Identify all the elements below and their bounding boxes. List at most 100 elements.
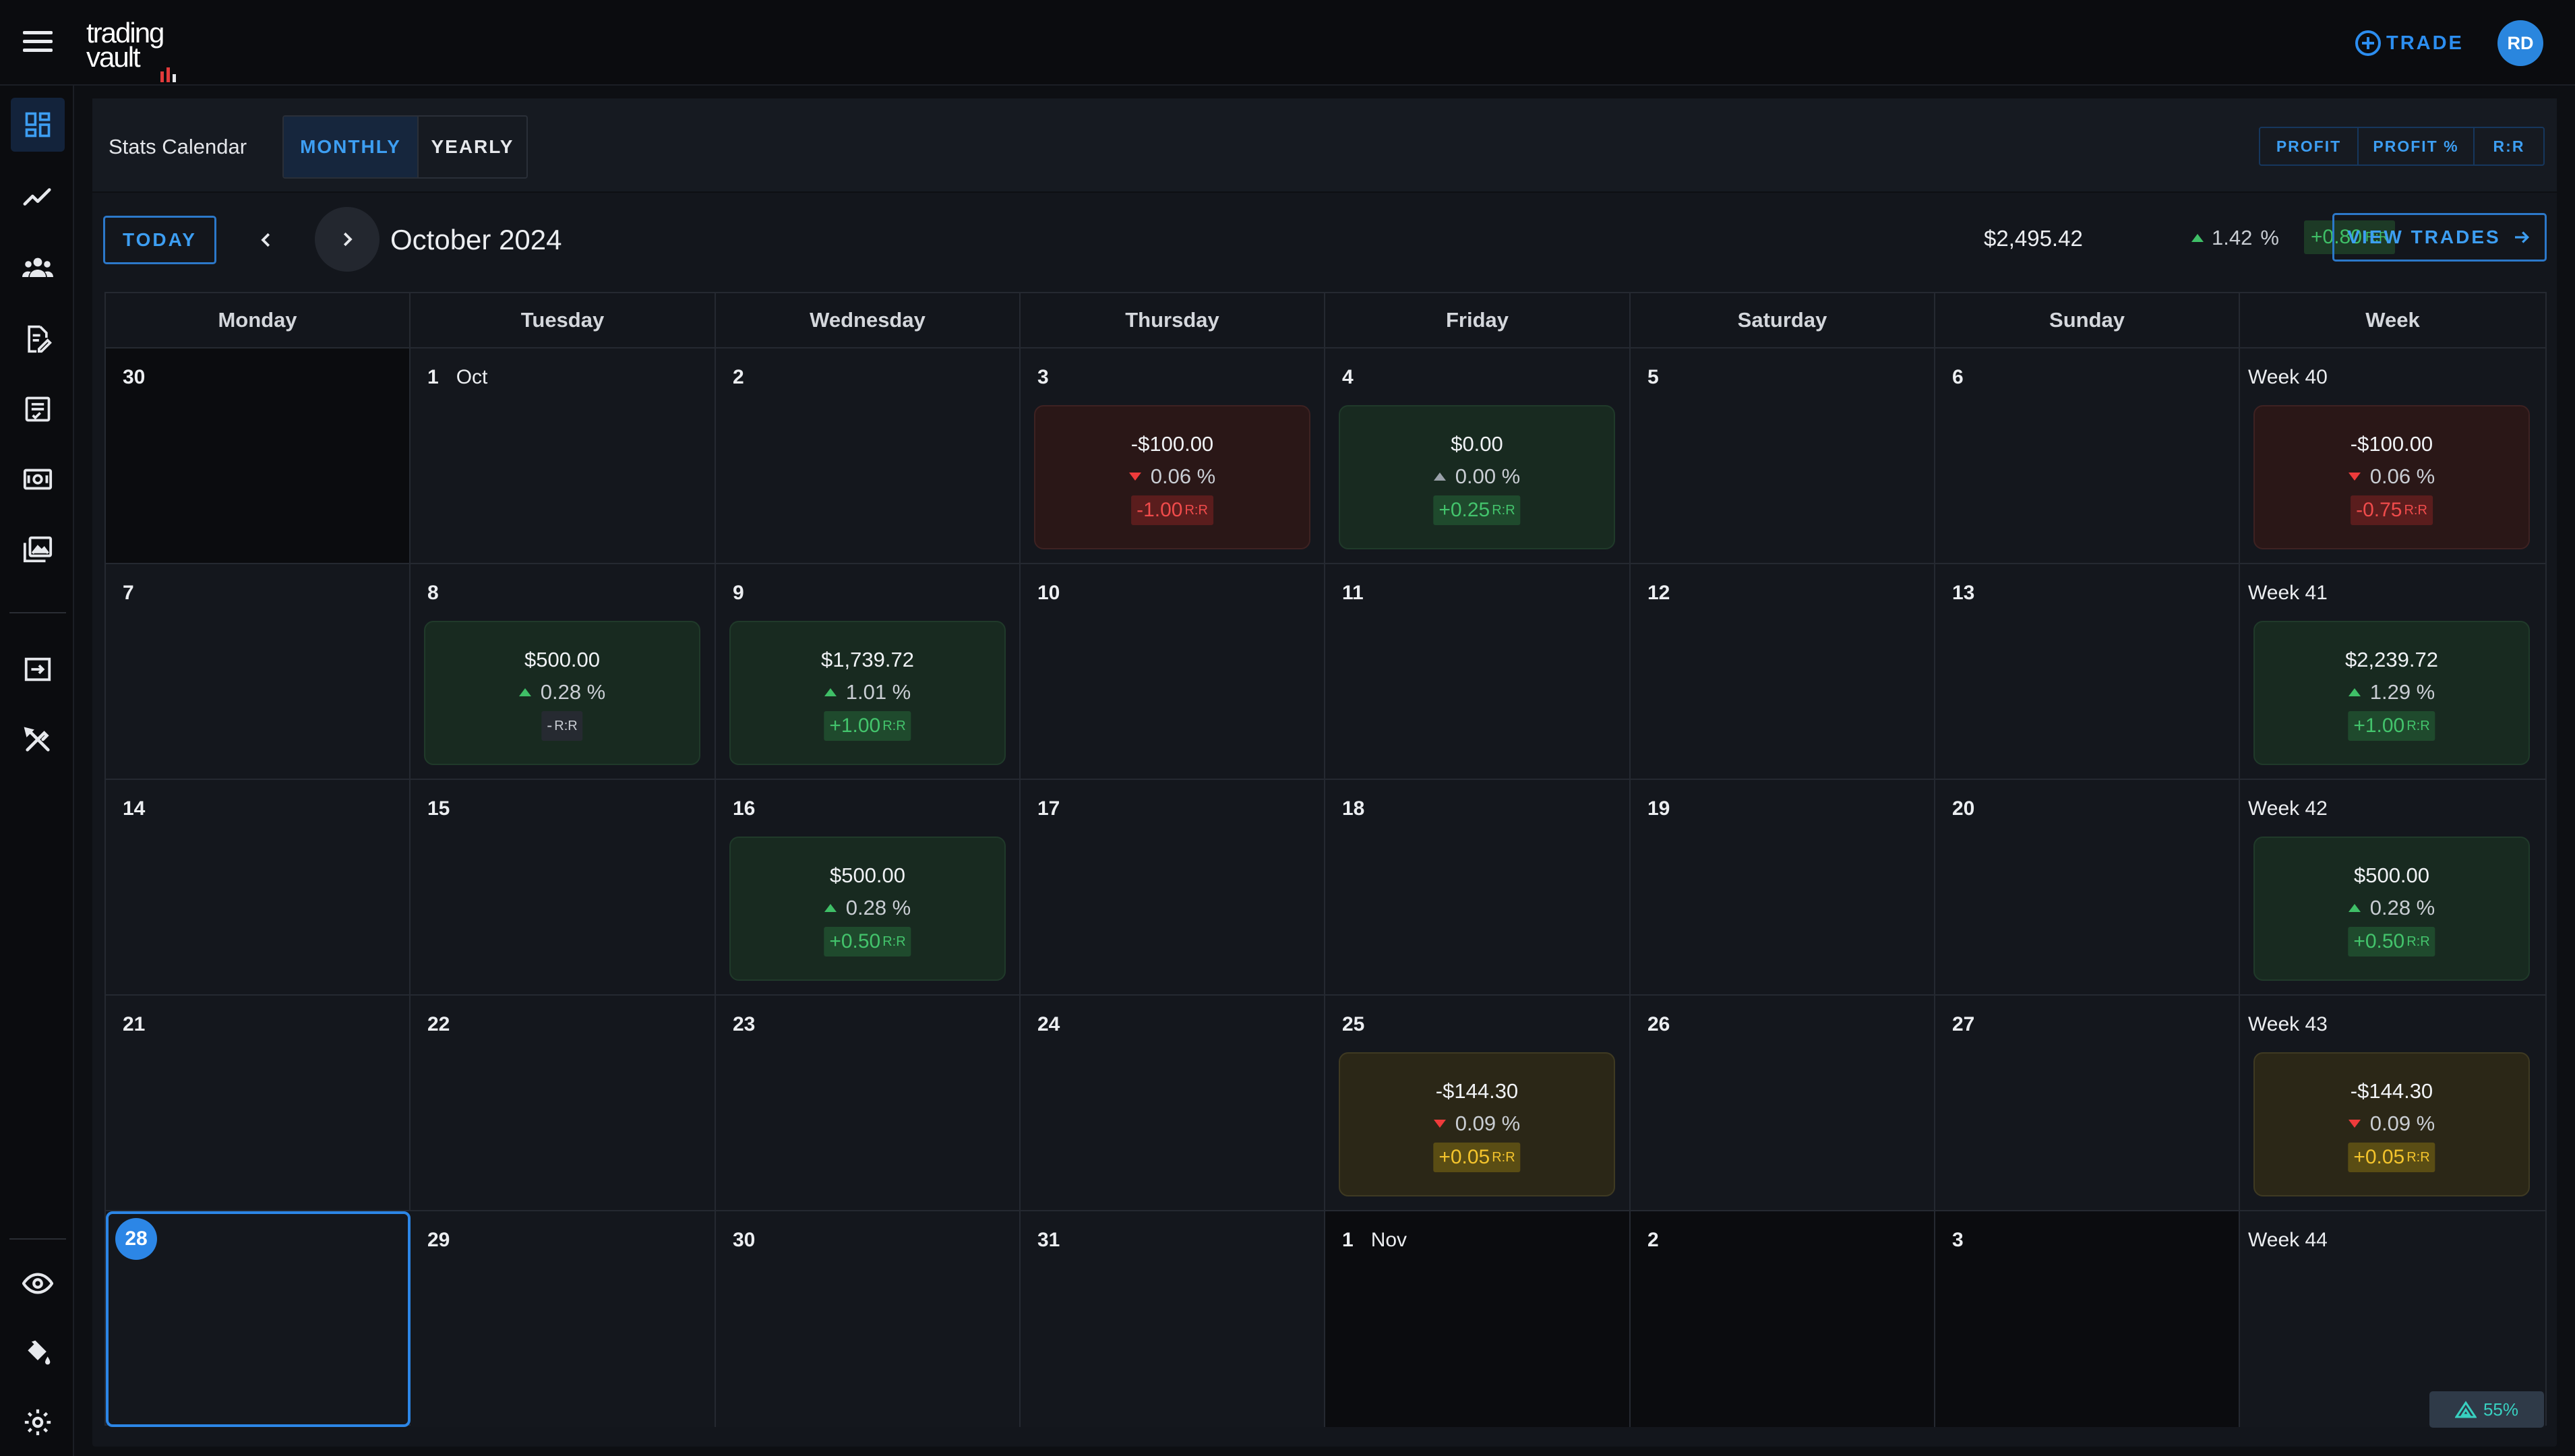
- dashboard-icon[interactable]: [11, 98, 65, 152]
- rr-unit: R:R: [882, 718, 906, 733]
- day-number: 11: [1342, 582, 1364, 605]
- calendar-day-cell[interactable]: 12: [1631, 564, 1935, 780]
- calendar-day-cell[interactable]: 6: [1935, 348, 2240, 564]
- tab-yearly[interactable]: YEARLY: [419, 117, 526, 177]
- gallery-icon[interactable]: [11, 522, 65, 576]
- calendar-day-cell[interactable]: 10: [1021, 564, 1325, 780]
- avatar[interactable]: RD: [2497, 20, 2543, 66]
- day-number-value: 3: [1037, 366, 1049, 388]
- import-icon[interactable]: [11, 642, 65, 696]
- calendar-day-cell[interactable]: 2: [1631, 1211, 1935, 1427]
- calendar-day-cell[interactable]: 17: [1021, 780, 1325, 996]
- tools-icon[interactable]: [11, 712, 65, 766]
- gear-icon[interactable]: [11, 1395, 65, 1449]
- day-number: 7: [123, 582, 134, 605]
- tab-profit[interactable]: PROFIT: [2260, 128, 2359, 164]
- trade-summary-card[interactable]: $2,239.72 1.29 % +1.00 R:R: [2253, 621, 2530, 765]
- calendar-day-cell[interactable]: 3 -$100.00 0.06 % -1.00 R:R: [1021, 348, 1325, 564]
- calendar-day-cell[interactable]: 19: [1631, 780, 1935, 996]
- calendar-day-cell[interactable]: 20: [1935, 780, 2240, 996]
- profit-percent: 1.01 %: [731, 680, 1004, 704]
- journal-edit-icon[interactable]: [11, 312, 65, 366]
- money-icon[interactable]: [11, 452, 65, 506]
- trade-summary-card[interactable]: $500.00 0.28 % - R:R: [424, 621, 700, 765]
- calendar-day-cell[interactable]: 24: [1021, 996, 1325, 1211]
- zoom-indicator[interactable]: 55%: [2429, 1391, 2544, 1428]
- rr-value: +0.50: [829, 930, 881, 952]
- calendar-day-cell[interactable]: 1 Nov: [1325, 1211, 1631, 1427]
- calendar-day-cell[interactable]: 27: [1935, 996, 2240, 1211]
- users-icon[interactable]: [11, 241, 65, 295]
- chart-line-icon[interactable]: [11, 171, 65, 224]
- calendar-day-cell[interactable]: 15: [411, 780, 716, 996]
- eye-icon[interactable]: [11, 1256, 65, 1310]
- view-toggle: MONTHLY YEARLY: [282, 115, 528, 179]
- calendar-day-cell[interactable]: 4 $0.00 0.00 % +0.25 R:R: [1325, 348, 1631, 564]
- trade-summary-card[interactable]: $500.00 0.28 % +0.50 R:R: [2253, 837, 2530, 981]
- trade-button[interactable]: TRADE: [2355, 30, 2464, 57]
- tab-monthly[interactable]: MONTHLY: [284, 117, 419, 177]
- rr-badge: +0.50 R:R: [2348, 927, 2435, 957]
- calendar-day-cell[interactable]: 26: [1631, 996, 1935, 1211]
- trade-summary-card[interactable]: -$144.30 0.09 % +0.05 R:R: [2253, 1052, 2530, 1196]
- trade-summary-card[interactable]: -$100.00 0.06 % -1.00 R:R: [1034, 405, 1310, 549]
- calendar-day-cell[interactable]: 14: [106, 780, 411, 996]
- calendar-day-cell[interactable]: 7: [106, 564, 411, 780]
- arrow-down-icon: [2348, 1120, 2361, 1128]
- panel-header: Stats Calendar MONTHLY YEARLY PROFIT PRO…: [92, 98, 2557, 193]
- rr-badge: -0.75 R:R: [2351, 495, 2433, 525]
- week-summary-cell[interactable]: Week 42 $500.00 0.28 % +0.50 R:R: [2240, 780, 2545, 996]
- calendar-day-cell[interactable]: 28: [106, 1211, 411, 1427]
- calendar-day-cell[interactable]: 31: [1021, 1211, 1325, 1427]
- prev-month-button[interactable]: [242, 216, 291, 264]
- calendar-day-cell[interactable]: 1 Oct: [411, 348, 716, 564]
- rr-badge: +0.05 R:R: [2348, 1143, 2435, 1172]
- calendar-day-cell[interactable]: 16 $500.00 0.28 % +0.50 R:R: [716, 780, 1021, 996]
- profit-amount: $0.00: [1451, 432, 1503, 456]
- paint-bucket-icon[interactable]: [11, 1326, 65, 1380]
- hamburger-menu-icon[interactable]: [19, 27, 57, 58]
- trade-summary-card[interactable]: $500.00 0.28 % +0.50 R:R: [729, 837, 1006, 981]
- calendar-day-cell[interactable]: 13: [1935, 564, 2240, 780]
- calendar-day-cell[interactable]: 30: [716, 1211, 1021, 1427]
- calendar-day-cell[interactable]: 22: [411, 996, 716, 1211]
- calendar-day-cell[interactable]: 25 -$144.30 0.09 % +0.05 R:R: [1325, 996, 1631, 1211]
- trade-summary-card[interactable]: -$100.00 0.06 % -0.75 R:R: [2253, 405, 2530, 549]
- week-summary-cell[interactable]: Week 43 -$144.30 0.09 % +0.05 R:R: [2240, 996, 2545, 1211]
- day-number-value: 4: [1342, 366, 1354, 388]
- next-month-button[interactable]: [315, 207, 380, 272]
- day-number-value: 30: [733, 1229, 756, 1251]
- calendar-day-cell[interactable]: 29: [411, 1211, 716, 1427]
- profit-amount: $1,739.72: [821, 648, 914, 671]
- arrow-up-icon: [824, 688, 837, 696]
- calendar-day-cell[interactable]: 5: [1631, 348, 1935, 564]
- day-number: 8: [427, 582, 439, 605]
- arrow-up-icon: [2348, 904, 2361, 912]
- day-number-value: 17: [1037, 797, 1060, 820]
- tab-profit-percent[interactable]: PROFIT %: [2359, 128, 2475, 164]
- trade-summary-card[interactable]: -$144.30 0.09 % +0.05 R:R: [1339, 1052, 1615, 1196]
- day-number-value: 24: [1037, 1013, 1060, 1035]
- checklist-icon[interactable]: [11, 382, 65, 436]
- app-logo[interactable]: trading vault: [85, 18, 186, 82]
- calendar-day-cell[interactable]: 11: [1325, 564, 1631, 780]
- trade-summary-card[interactable]: $0.00 0.00 % +0.25 R:R: [1339, 405, 1615, 549]
- calendar-day-cell[interactable]: 9 $1,739.72 1.01 % +1.00 R:R: [716, 564, 1021, 780]
- calendar-day-cell[interactable]: 21: [106, 996, 411, 1211]
- tab-rr[interactable]: R:R: [2475, 128, 2543, 164]
- arrow-down-icon: [2348, 473, 2361, 481]
- calendar-day-cell[interactable]: 3: [1935, 1211, 2240, 1427]
- trade-summary-card[interactable]: $1,739.72 1.01 % +1.00 R:R: [729, 621, 1006, 765]
- today-button[interactable]: TODAY: [103, 216, 216, 264]
- view-trades-button[interactable]: VIEW TRADES: [2332, 213, 2547, 262]
- arrow-up-icon: [824, 904, 837, 912]
- nuxt-triangle-icon: [2454, 1401, 2477, 1418]
- profit-amount: -$144.30: [2350, 1079, 2433, 1103]
- week-summary-cell[interactable]: Week 40 -$100.00 0.06 % -0.75 R:R: [2240, 348, 2545, 564]
- week-summary-cell[interactable]: Week 41 $2,239.72 1.29 % +1.00 R:R: [2240, 564, 2545, 780]
- calendar-day-cell[interactable]: 23: [716, 996, 1021, 1211]
- calendar-day-cell[interactable]: 18: [1325, 780, 1631, 996]
- calendar-day-cell[interactable]: 8 $500.00 0.28 % - R:R: [411, 564, 716, 780]
- calendar-day-cell[interactable]: 30: [106, 348, 411, 564]
- calendar-day-cell[interactable]: 2: [716, 348, 1021, 564]
